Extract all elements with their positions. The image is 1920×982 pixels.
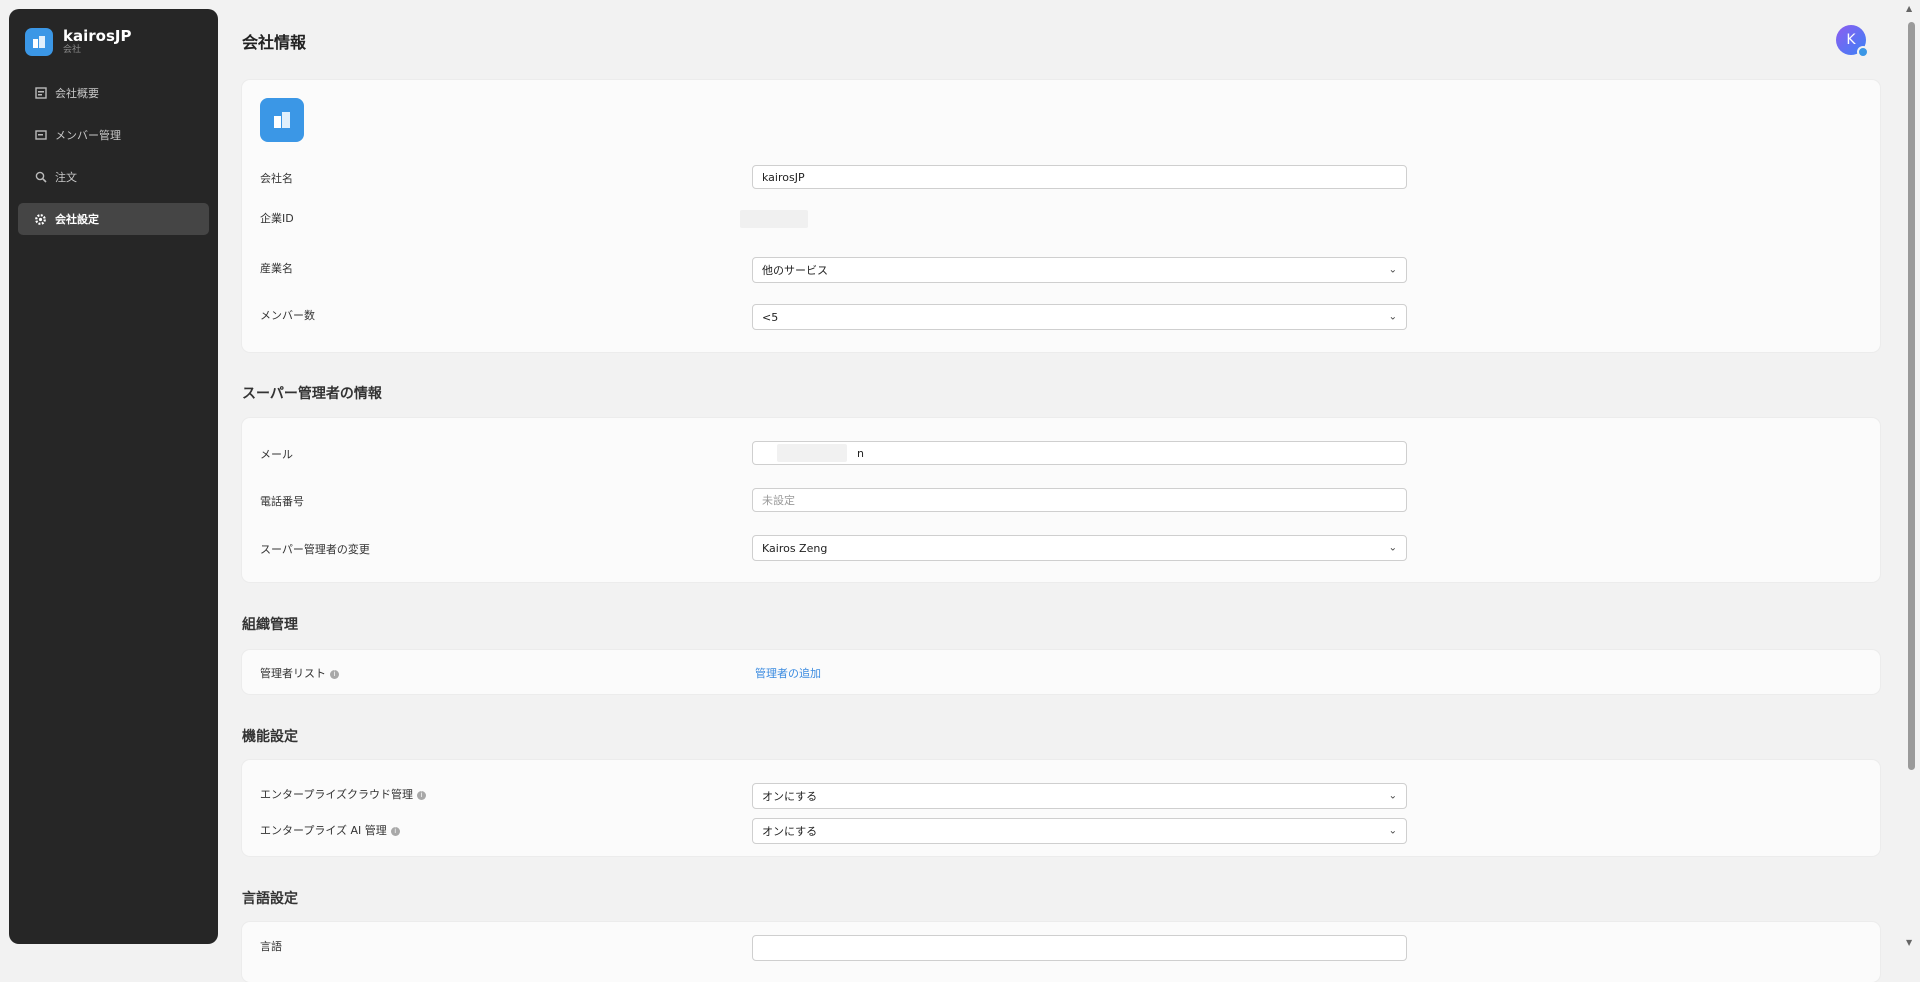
chevron-down-icon: ⌄ (1388, 790, 1397, 802)
email-field[interactable]: n (752, 441, 1407, 465)
scroll-down-icon[interactable]: ▼ (1906, 938, 1912, 947)
enterprise-cloud-value: オンにする (762, 790, 818, 803)
feature-settings-title: 機能設定 (242, 729, 298, 745)
industry-select[interactable]: 他のサービス ⌄ (752, 257, 1407, 283)
org-management-card: 管理者リスト i 管理者の追加 (242, 650, 1880, 694)
company-logo-large-icon[interactable] (260, 98, 304, 142)
enterprise-ai-text: エンタープライズ AI 管理 (260, 824, 387, 837)
change-super-admin-label: スーパー管理者の変更 (260, 543, 370, 556)
super-admin-title: スーパー管理者の情報 (242, 386, 382, 402)
brand[interactable]: kairosJP 会社 (25, 27, 131, 56)
sidebar-item-orders[interactable]: 注文 (18, 161, 209, 193)
enterprise-cloud-text: エンタープライズクラウド管理 (260, 788, 414, 801)
chevron-down-icon: ⌄ (1388, 311, 1397, 323)
page-title: 会社情報 (242, 33, 307, 52)
industry-label: 産業名 (260, 262, 293, 275)
company-info-card: 会社名 kairosJP 企業ID 産業名 他のサービス ⌄ メンバー数 <5 … (242, 80, 1880, 352)
sidebar-item-members[interactable]: メンバー管理 (18, 119, 209, 151)
language-label: 言語 (260, 940, 282, 953)
sidebar-item-overview[interactable]: 会社概要 (18, 77, 209, 109)
sidebar-item-label: 会社設定 (55, 213, 99, 226)
gear-icon (34, 213, 47, 226)
member-count-label: メンバー数 (260, 309, 315, 322)
sidebar-item-company-settings[interactable]: 会社設定 (18, 203, 209, 235)
info-icon[interactable]: i (417, 790, 427, 800)
member-count-value: <5 (762, 310, 779, 324)
scrollbar[interactable]: ▲ ▼ (1902, 0, 1920, 953)
super-admin-card: メール n 電話番号 未設定 スーパー管理者の変更 Kairos Zeng ⌄ (242, 418, 1880, 582)
phone-field[interactable]: 未設定 (752, 488, 1407, 512)
language-select[interactable] (752, 935, 1407, 961)
company-name-value: kairosJP (762, 170, 805, 184)
chevron-down-icon: ⌄ (1388, 264, 1397, 276)
main-content: 会社情報 K 会社名 kairosJP 企業ID 産業名 他のサービス ⌄ メン… (242, 0, 1882, 982)
scroll-up-icon[interactable]: ▲ (1906, 4, 1912, 13)
change-super-admin-select[interactable]: Kairos Zeng ⌄ (752, 535, 1407, 561)
info-icon[interactable]: i (330, 669, 339, 679)
enterprise-ai-label: エンタープライズ AI 管理 i (260, 822, 400, 838)
info-icon[interactable]: i (390, 826, 400, 836)
enterprise-ai-value: オンにする (762, 825, 818, 838)
language-settings-card: 言語 (242, 922, 1880, 982)
avatar-letter: K (1846, 32, 1856, 48)
org-management-title: 組織管理 (242, 617, 298, 633)
sidebar-item-label: 注文 (55, 171, 77, 184)
avatar-badge-icon (1857, 46, 1869, 58)
company-name: kairosJP (63, 27, 132, 45)
sidebar-item-label: 会社概要 (55, 87, 99, 100)
company-name-label: 会社名 (260, 172, 293, 185)
company-name-input[interactable]: kairosJP (752, 165, 1407, 189)
admin-list-text: 管理者リスト (260, 667, 326, 680)
chevron-down-icon: ⌄ (1388, 542, 1397, 554)
order-icon (34, 171, 47, 184)
add-admin-link[interactable]: 管理者の追加 (755, 665, 821, 681)
feature-settings-card: エンタープライズクラウド管理 i オンにする ⌄ エンタープライズ AI 管理 i … (242, 760, 1880, 856)
members-icon (34, 129, 47, 142)
company-id-value (740, 210, 808, 228)
admin-list-label: 管理者リスト i (260, 665, 339, 681)
member-count-select[interactable]: <5 ⌄ (752, 304, 1407, 330)
phone-placeholder: 未設定 (762, 494, 795, 507)
company-id-label: 企業ID (260, 212, 294, 225)
scrollbar-thumb[interactable] (1908, 22, 1915, 770)
email-visible-part: n (857, 446, 864, 460)
chevron-down-icon: ⌄ (1388, 825, 1397, 837)
email-masked (777, 444, 847, 462)
enterprise-ai-select[interactable]: オンにする ⌄ (752, 818, 1407, 844)
sidebar-nav: 会社概要 メンバー管理 注文 会社設定 (18, 77, 209, 245)
phone-label: 電話番号 (260, 495, 304, 508)
sidebar: kairosJP 会社 会社概要 メンバー管理 注文 会社設定 (9, 9, 218, 944)
industry-value: 他のサービス (762, 264, 828, 277)
enterprise-cloud-select[interactable]: オンにする ⌄ (752, 783, 1407, 809)
language-settings-title: 言語設定 (242, 891, 298, 907)
company-subtitle: 会社 (63, 45, 82, 55)
avatar[interactable]: K (1836, 25, 1869, 58)
company-logo-icon (25, 27, 53, 56)
enterprise-cloud-label: エンタープライズクラウド管理 i (260, 786, 427, 802)
sidebar-item-label: メンバー管理 (55, 129, 121, 142)
email-label: メール (260, 448, 293, 461)
change-super-admin-value: Kairos Zeng (762, 541, 828, 555)
overview-icon (34, 87, 47, 100)
